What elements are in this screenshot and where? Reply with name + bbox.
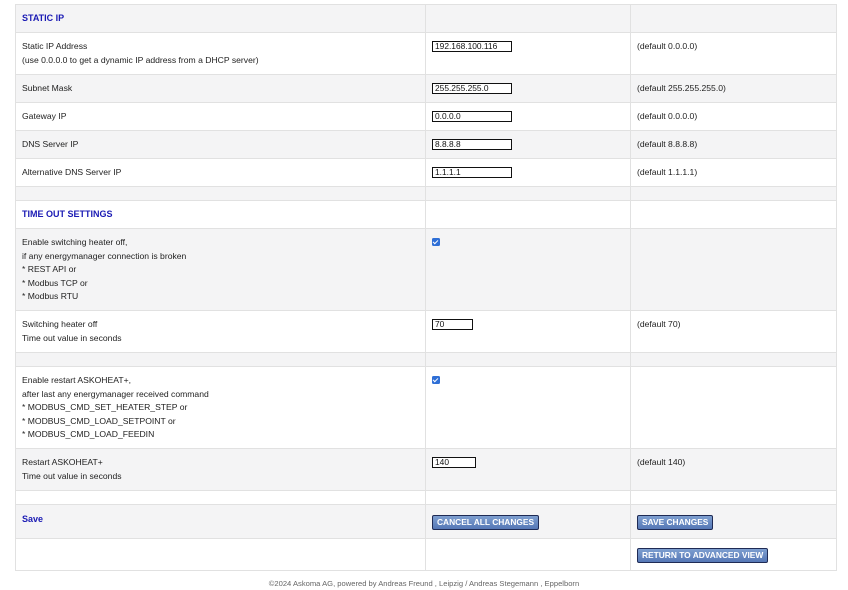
subnet-mask-label: Subnet Mask — [15, 74, 426, 103]
row-save: Save CANCEL ALL CHANGES SAVE CHANGES — [15, 504, 837, 539]
gateway-ip-default: (default 0.0.0.0) — [630, 102, 837, 131]
section-header-static-ip: STATIC IP — [15, 4, 837, 33]
enable-restart-label: Enable restart ASKOHEAT+, after last any… — [15, 366, 426, 449]
row-gateway-ip: Gateway IP 0.0.0.0 (default 0.0.0.0) — [15, 102, 837, 131]
row-restart-timeout: Restart ASKOHEAT+ Time out value in seco… — [15, 448, 837, 491]
alt-dns-server-default: (default 1.1.1.1) — [630, 158, 837, 187]
switch-off-timeout-label: Switching heater off Time out value in s… — [15, 310, 426, 353]
row-switch-off-timeout: Switching heater off Time out value in s… — [15, 310, 837, 353]
subnet-mask-input[interactable]: 255.255.255.0 — [432, 83, 512, 94]
row-enable-restart: Enable restart ASKOHEAT+, after last any… — [15, 366, 837, 449]
dns-server-input[interactable]: 8.8.8.8 — [432, 139, 512, 150]
section-title-timeout: TIME OUT SETTINGS — [15, 200, 426, 229]
subnet-mask-default: (default 255.255.255.0) — [630, 74, 837, 103]
dns-server-label: DNS Server IP — [15, 130, 426, 159]
row-dns-server: DNS Server IP 8.8.8.8 (default 8.8.8.8) — [15, 130, 837, 159]
dns-server-default: (default 8.8.8.8) — [630, 130, 837, 159]
spacer-row — [15, 186, 837, 201]
static-ip-input[interactable]: 192.168.100.116 — [432, 41, 512, 52]
row-return: RETURN TO ADVANCED VIEW — [15, 538, 837, 571]
switch-off-timeout-input[interactable]: 70 — [432, 319, 473, 330]
restart-timeout-input[interactable]: 140 — [432, 457, 476, 468]
cancel-all-changes-button[interactable]: CANCEL ALL CHANGES — [432, 515, 540, 530]
settings-table: STATIC IP Static IP Address (use 0.0.0.0… — [15, 4, 837, 571]
alt-dns-server-input[interactable]: 1.1.1.1 — [432, 167, 512, 178]
footer-credits: ©2024 Askoma AG, powered by Andreas Freu… — [268, 579, 580, 588]
section-title-static-ip: STATIC IP — [15, 4, 426, 33]
alt-dns-server-label: Alternative DNS Server IP — [15, 158, 426, 187]
gateway-ip-input[interactable]: 0.0.0.0 — [432, 111, 512, 122]
save-changes-button[interactable]: SAVE CHANGES — [637, 515, 714, 530]
gateway-ip-label: Gateway IP — [15, 102, 426, 131]
static-ip-label: Static IP Address (use 0.0.0.0 to get a … — [15, 32, 426, 75]
section-title-save: Save — [15, 504, 426, 539]
spacer-row — [15, 352, 837, 367]
static-ip-default: (default 0.0.0.0) — [630, 32, 837, 75]
restart-timeout-label: Restart ASKOHEAT+ Time out value in seco… — [15, 448, 426, 491]
section-header-timeout: TIME OUT SETTINGS — [15, 200, 837, 229]
row-enable-switch-off: Enable switching heater off, if any ener… — [15, 228, 837, 311]
restart-timeout-default: (default 140) — [630, 448, 837, 491]
enable-switch-off-label: Enable switching heater off, if any ener… — [15, 228, 426, 311]
row-alt-dns-server: Alternative DNS Server IP 1.1.1.1 (defau… — [15, 158, 837, 187]
row-subnet-mask: Subnet Mask 255.255.255.0 (default 255.2… — [15, 74, 837, 103]
enable-switch-off-checkbox[interactable] — [432, 238, 440, 246]
spacer-row — [15, 490, 837, 505]
return-to-advanced-view-button[interactable]: RETURN TO ADVANCED VIEW — [637, 548, 769, 563]
enable-restart-checkbox[interactable] — [432, 376, 440, 384]
switch-off-timeout-default: (default 70) — [630, 310, 837, 353]
row-static-ip-address: Static IP Address (use 0.0.0.0 to get a … — [15, 32, 837, 75]
